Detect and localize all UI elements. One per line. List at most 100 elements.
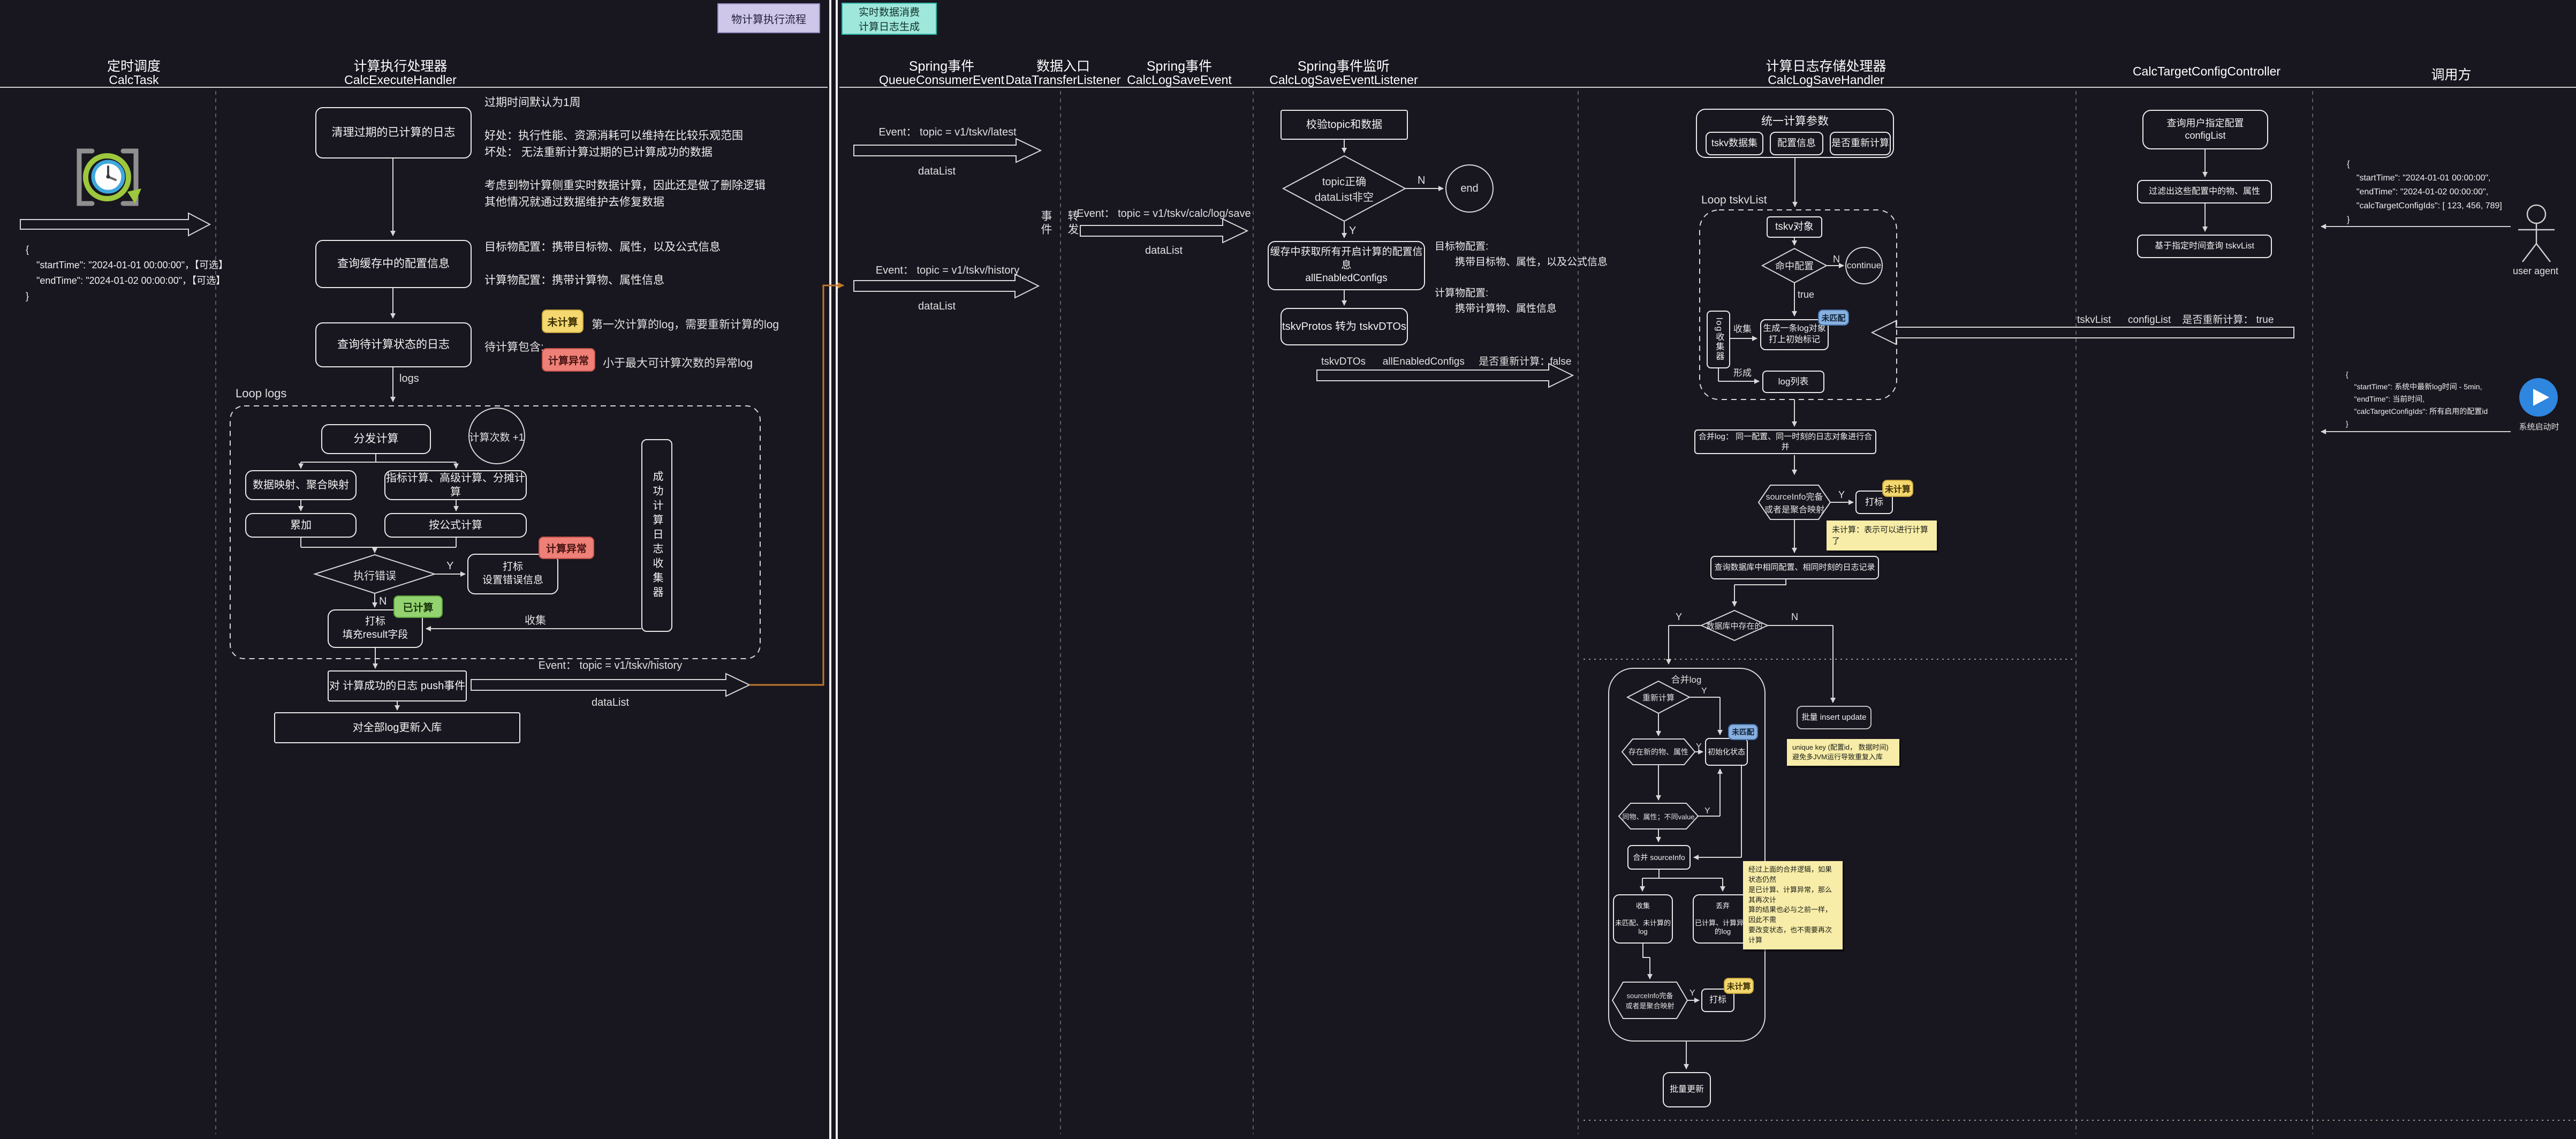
node-convert-dtos[interactable]: tskvProtos 转为 tskvDTOs — [1281, 308, 1408, 345]
note-merge-logic: 经过上面的合并逻辑，如果状态仍然 是已计算、计算异常，那么其再次计 算的结果也必… — [1743, 861, 1843, 949]
note-expire-policy: 过期时间默认为1周 好处：执行性能、资源消耗可以维持在比较乐观范围 坏处： 无法… — [484, 94, 766, 210]
play-icon — [2519, 378, 2558, 417]
participant-handler-en: CalcLogSaveHandler — [1735, 73, 1917, 87]
participant-calctask-en: CalcTask — [54, 73, 214, 87]
node-data-mapping[interactable]: 数据映射、聚合映射 — [245, 470, 357, 500]
node-formula-calc[interactable]: 按公式计算 — [384, 513, 527, 538]
node-merge-sourceinfo[interactable]: 合并 sourceInfo — [1627, 845, 1691, 870]
label-exec-error-n: N — [379, 595, 387, 608]
node-query-pending-logs[interactable]: 查询待计算状态的日志 — [315, 322, 472, 367]
participant-configcontroller: CalcTargetConfigController — [2116, 64, 2298, 79]
label-exec-error-y: Y — [446, 560, 453, 572]
note-pending-prefix: 待计算包含: — [484, 338, 544, 354]
diamond-db-exists-label: 数据库中存在的 — [1701, 619, 1768, 632]
node-success-log-collector: 成功计算日志收集器 — [641, 439, 672, 632]
node-tskv-object[interactable]: tskv对象 — [1767, 216, 1822, 238]
node-dispatch-calc[interactable]: 分发计算 — [321, 424, 431, 454]
node-indicator-calc[interactable]: 指标计算、高级计算、分摊计算 — [384, 470, 527, 500]
node-log-collector: log收集器 — [1707, 311, 1730, 368]
loop-tskvlist-label: Loop tskvList — [1701, 194, 1767, 207]
note-config-types: 目标物配置：携带目标物、属性，以及公式信息 计算物配置：携带计算物、属性信息 — [484, 239, 721, 289]
hex-sourceinfo-label: sourceInfo完备 或者是聚合映射 — [1759, 492, 1830, 513]
badge-unmatched: 未匹配 — [1818, 310, 1849, 326]
node-query-user-configs[interactable]: 查询用户指定配置 configList — [2142, 110, 2268, 149]
label-hit-true: true — [1798, 289, 1814, 300]
event-history-datalist: dataList — [840, 299, 1033, 314]
diamond-hit-config-label: 命中配置 — [1768, 259, 1821, 272]
node-batch-update[interactable]: 批量更新 — [1663, 1072, 1711, 1107]
label-handler-form: 形成 — [1733, 365, 1752, 379]
event-history-datalist-left: dataList — [471, 695, 749, 710]
event-history-label-left: Event： topic = v1/tskv/history — [471, 657, 749, 672]
label-sourceinfo2-y: Y — [1689, 989, 1695, 998]
diagram-canvas: 物计算执行流程 实时数据消费 计算日志生成 定时调度 CalcTask 计算执行… — [0, 0, 2576, 1139]
diamond-recalc-label: 重新计算 — [1636, 691, 1681, 704]
label-db-n: N — [1791, 612, 1798, 623]
node-mark-error[interactable]: 打标 设置错误信息 — [467, 554, 558, 594]
loop-logs-label: Loop logs — [236, 387, 286, 401]
node-continue: continue — [1845, 259, 1883, 272]
badge-handler-uncalc-2: 未计算 — [1724, 978, 1754, 994]
node-update-all-logs[interactable]: 对全部log更新入库 — [274, 712, 520, 743]
badge-unmatched-2: 未匹配 — [1728, 724, 1758, 740]
node-get-enabled-configs[interactable]: 缓存中获取所有开启计算的配置信息 allEnabledConfigs — [1268, 241, 1425, 290]
participant-calclogsaveevent-zh: Spring事件 — [1099, 56, 1260, 75]
hex-same-diff-label: 同物、属性；不同value — [1618, 810, 1699, 823]
node-generate-log[interactable]: 生成一条log对象 打上初始标记 — [1760, 319, 1829, 350]
label-topic-n: N — [1418, 175, 1425, 187]
node-log-list[interactable]: log列表 — [1762, 371, 1824, 393]
user-agent-label: user agent — [2513, 266, 2558, 277]
participant-executor-en: CalcExecuteHandler — [320, 73, 481, 87]
node-query-cached-config[interactable]: 查询缓存中的配置信息 — [315, 240, 472, 288]
section-divider — [830, 0, 837, 1139]
note-calc-error-desc: 小于最大可计算次数的异常log — [603, 354, 753, 371]
node-merge-log[interactable]: 合并log： 同一配置、同一时刻的日志对象进行合并 — [1694, 429, 1876, 454]
node-clean-expired-logs[interactable]: 清理过期的已计算的日志 — [315, 107, 472, 159]
label-db-y: Y — [1676, 612, 1682, 623]
clock-icon — [79, 151, 141, 203]
diamond-topic-valid-label: topic正确 dataList非空 — [1296, 172, 1392, 205]
label-recalc-y: Y — [1701, 687, 1707, 696]
system-startup-label: 系统启动时 — [2515, 421, 2563, 432]
label-logs: logs — [399, 373, 419, 385]
participant-calclogsaveevent-en: CalcLogSaveEvent — [1099, 73, 1260, 87]
label-handler-collect: 收集 — [1733, 321, 1752, 335]
node-query-db-logs[interactable]: 查询数据库中相同配置、相同时刻的日志记录 — [1710, 556, 1879, 579]
label-sourceinfo-y: Y — [1838, 489, 1845, 501]
note-unique-key: unique key (配置id， 数据时间) 避免多JVM运行导致重复入库 — [1787, 739, 1899, 766]
label-event-forward-1: 事件 — [1037, 210, 1054, 237]
node-query-tskvlist[interactable]: 基于指定时间查询 tskvList — [2137, 235, 2272, 258]
calctask-params-json: { "startTime": "2024-01-01 00:00:00"，【可选… — [26, 242, 228, 304]
node-batch-insert-update[interactable]: 批量 insert update — [1797, 706, 1872, 729]
event-history-label: Event： topic = v1/tskv/history — [840, 261, 1055, 276]
label-samediff-y: Y — [1704, 806, 1710, 816]
node-push-success-event[interactable]: 对 计算成功的日志 push事件 — [328, 670, 467, 701]
note-uncalc-meaning: 未计算：表示可以进行计算了 — [1827, 521, 1937, 550]
node-calc-count: 计算次数 +1 — [463, 427, 531, 446]
badge-handler-uncalc: 未计算 — [1882, 480, 1913, 497]
badge-calc-error: 计算异常 — [542, 348, 595, 372]
calctask-message-arrow — [20, 213, 210, 236]
node-validate-topic[interactable]: 校验topic和数据 — [1281, 110, 1408, 140]
note-listener-config: 目标物配置: 携带目标物、属性，以及公式信息 计算物配置: 携带计算物、属性信息 — [1435, 239, 1608, 316]
badge-calculated: 已计算 — [393, 595, 443, 618]
node-param-tskv-dataset: tskv数据集 — [1706, 132, 1763, 155]
note-uncalculated-desc: 第一次计算的log，需要重新计算的log — [592, 316, 779, 332]
merge-container-label: 合并log — [1662, 673, 1710, 684]
badge-calc-error-on-mark: 计算异常 — [539, 537, 594, 559]
tag-calc-exec-flow: 物计算执行流程 — [717, 3, 820, 33]
participant-listener-en: CalcLogSaveEventListener — [1253, 73, 1435, 87]
node-accumulate[interactable]: 累加 — [245, 513, 357, 538]
event-latest-label: Event： topic = v1/tskv/latest — [840, 123, 1055, 138]
msg-tskvlist-label: tskvList configList 是否重新计算： true — [2077, 312, 2274, 326]
caller-json-manual: { "startTime": "2024-01-01 00:00:00", "e… — [2347, 157, 2502, 227]
node-filter-attrs[interactable]: 过滤出这些配置中的物、属性 — [2137, 180, 2272, 203]
event-save-datalist: dataList — [1057, 243, 1271, 258]
node-collect-uncalc-logs[interactable]: 收集 未匹配、未计算的log — [1613, 894, 1673, 944]
participant-caller: 调用方 — [2371, 64, 2532, 84]
participant-executor-zh: 计算执行处理器 — [320, 56, 481, 75]
event-latest-datalist: dataList — [840, 164, 1033, 179]
participant-calctask-zh: 定时调度 — [54, 56, 214, 75]
label-hit-n: N — [1833, 254, 1840, 265]
node-init-state[interactable]: 初始化状态 — [1705, 738, 1748, 766]
